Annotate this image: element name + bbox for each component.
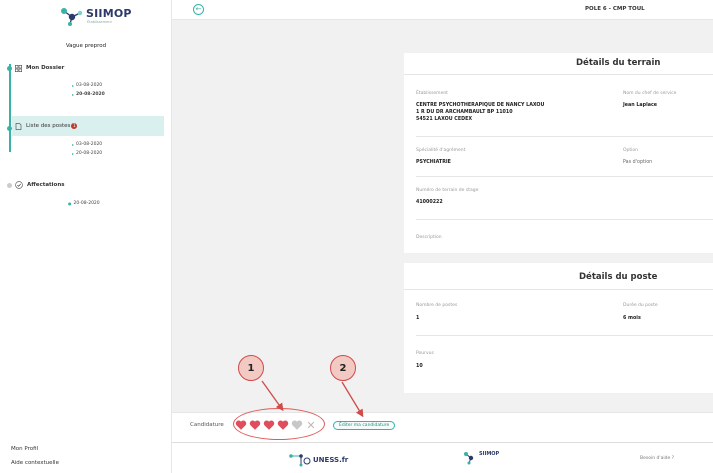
arrow-right-icon: ▸	[72, 142, 75, 147]
page-title: POLE 6 - CMP TOUL	[585, 6, 645, 12]
arrow-right-icon: ▸	[72, 151, 75, 156]
aide-contextuelle-link[interactable]: Aide contextuelle	[11, 460, 59, 466]
uness-logo[interactable]: UNESS.fr	[289, 453, 348, 467]
date-start: ▸ 03-08-2020	[72, 142, 103, 147]
option-label: Option	[623, 148, 639, 153]
poste-card: Détails du poste Nombre de postes 1 Duré…	[404, 263, 713, 393]
specialite-label: Spécialité d'agrément	[416, 148, 466, 153]
topbar: ← POLE 6 - CMP TOUL	[172, 0, 713, 20]
uness-text: UNESS.fr	[313, 456, 349, 464]
terrain-card: Détails du terrain Établissement CENTRE …	[404, 53, 713, 253]
chef-label: Nom du chef de service	[623, 91, 677, 96]
specialite-value: PSYCHIATRIE	[416, 160, 451, 165]
terrain-title: Détails du terrain	[576, 58, 661, 68]
etablissement-label: Établissement	[416, 91, 448, 96]
molecule-logo-icon	[464, 452, 474, 465]
sidebar-item-affectations[interactable]: Affectations	[15, 178, 65, 192]
footer: UNESS.fr SIIMOP Besoin d'aide ?	[172, 442, 713, 473]
silmop-logo[interactable]: SIIMOP Établissement	[58, 5, 138, 31]
annotation-ellipse	[233, 408, 325, 440]
poste-title: Détails du poste	[579, 272, 658, 282]
check-circle-icon	[15, 181, 23, 189]
arrow-right-icon: ▸	[72, 83, 75, 88]
date-end: ● 20-08-2020	[68, 201, 100, 206]
date-start: ▸ 03-08-2020	[72, 83, 103, 88]
back-button[interactable]: ←	[193, 4, 204, 15]
main-content: Détails du terrain Établissement CENTRE …	[172, 20, 713, 412]
arrow-left-icon: ←	[195, 5, 202, 13]
molecule-logo-icon	[61, 8, 83, 26]
document-icon	[15, 122, 22, 130]
mon-profil-link[interactable]: Mon Profil	[11, 446, 38, 452]
sidebar-item-label: Affectations	[27, 182, 65, 188]
etablissement-line-3: 54521 LAXOU CEDEX	[416, 117, 473, 122]
chef-value: Jean Laplace	[623, 103, 658, 108]
divider	[416, 335, 713, 336]
annotation-marker-2: 2	[330, 355, 356, 381]
pourvu-label: Pourvus	[416, 351, 434, 356]
description-label: Description	[416, 235, 442, 240]
sidebar-item-liste-des-postes[interactable]: Liste des postes 1	[12, 116, 164, 136]
annotation-marker-1: 1	[238, 355, 264, 381]
logo-subtitle: Établissement	[87, 20, 112, 24]
help-link[interactable]: Besoin d'aide ?	[640, 456, 674, 461]
timeline-line	[9, 64, 11, 152]
sidebar-item-mon-dossier[interactable]: Mon Dossier	[15, 61, 64, 75]
uness-mark-icon	[289, 454, 311, 467]
numero-value: 41000222	[416, 200, 443, 205]
notification-badge: 1	[71, 123, 78, 129]
candidature-label: Candidature	[190, 422, 224, 428]
date-end: ▸ 20-08-2020	[72, 92, 105, 97]
logo-text: SIIMOP	[86, 7, 132, 20]
divider	[404, 74, 713, 75]
date-end: ▸ 20-08-2020	[72, 151, 103, 156]
timeline-dot	[7, 66, 12, 71]
sidebar-item-label: Mon Dossier	[26, 65, 65, 71]
divider	[416, 176, 713, 177]
timeline-dot	[7, 183, 12, 188]
etablissement-line-1: CENTRE PSYCHOTHERAPIQUE DE NANCY LAXOU	[416, 103, 545, 108]
numero-label: Numéro de terrain de stage	[416, 188, 479, 193]
option-value: Pas d'option	[623, 160, 653, 165]
duree-label: Durée du poste	[623, 303, 658, 308]
nombre-value: 1	[416, 316, 420, 321]
divider	[404, 289, 713, 290]
grid-icon	[15, 64, 22, 72]
divider	[416, 219, 713, 220]
etablissement-line-2: 1 R DU DR ARCHAMBAULT BP 11010	[416, 110, 513, 115]
vague-label: Vague preprod	[65, 43, 107, 49]
silmop-footer-logo: SIIMOP	[462, 450, 499, 470]
lock-icon: ●	[68, 201, 72, 206]
sidebar-item-label: Liste des postes	[26, 123, 71, 129]
duree-value: 6 mois	[623, 316, 641, 321]
edit-candidature-button[interactable]: Éditer ma candidature	[333, 421, 396, 430]
arrow-right-icon: ▸	[72, 92, 75, 97]
pourvu-value: 10	[416, 364, 423, 369]
sidebar: SIIMOP Établissement Vague preprod Mon D…	[0, 0, 172, 473]
nombre-label: Nombre de postes	[416, 303, 458, 308]
divider	[416, 136, 713, 137]
silmop-footer-text: SIIMOP	[479, 451, 500, 457]
